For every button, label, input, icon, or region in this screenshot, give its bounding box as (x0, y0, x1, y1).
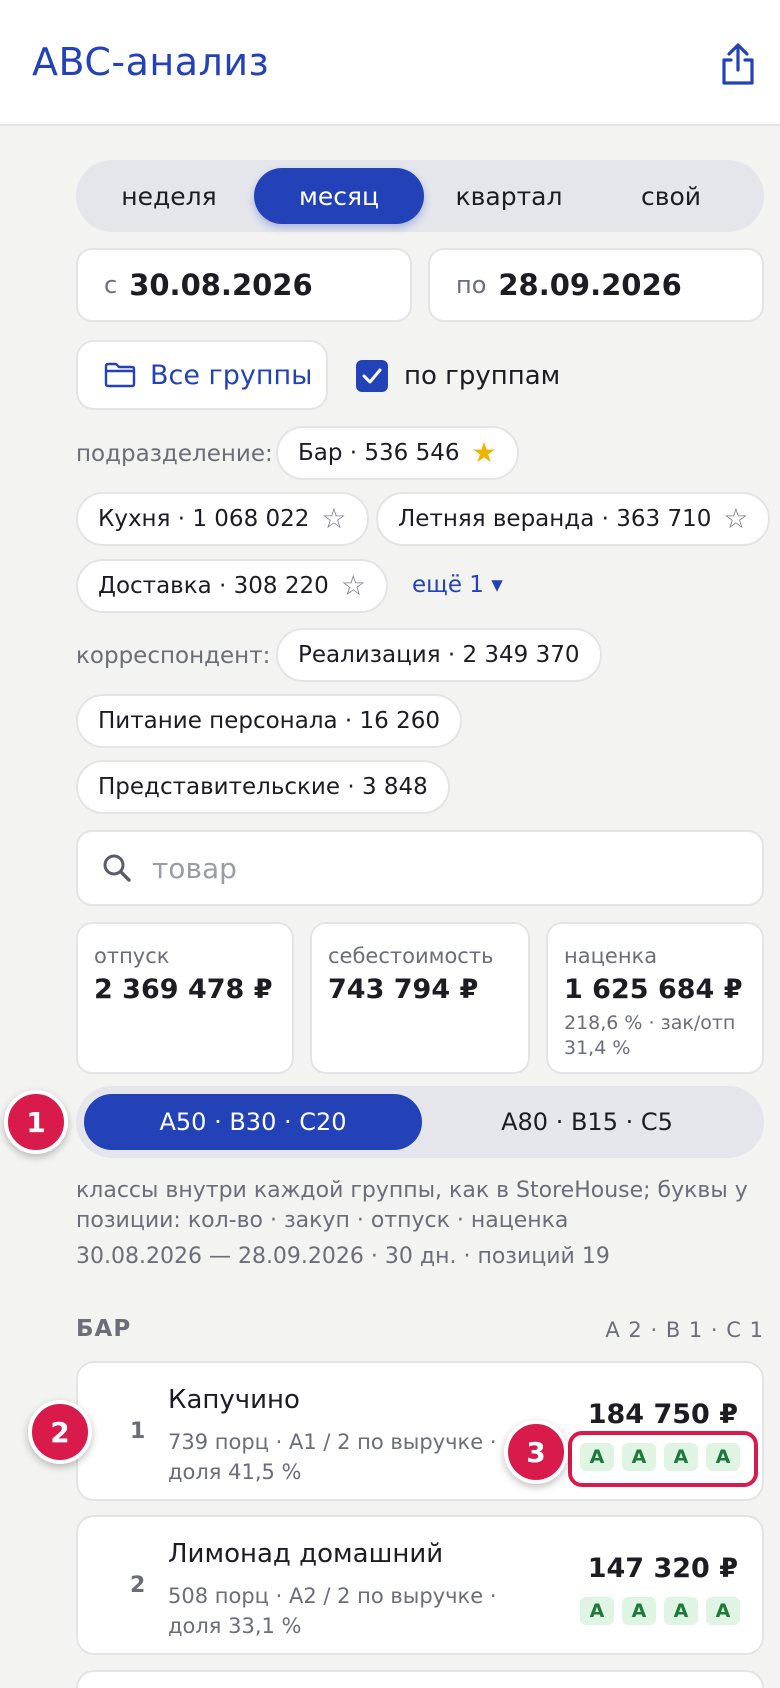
class-letter-purchase: A (622, 1597, 656, 1625)
class-segmented-control: A50 · B30 · C20 A80 · B15 · C5 (76, 1086, 764, 1158)
chip-label: Представительские · 3 848 (98, 774, 428, 800)
by-groups-label: по группам (404, 361, 561, 391)
search-icon (103, 854, 131, 882)
annotation-badge-2: 2 (28, 1400, 92, 1464)
item-meta: 739 порц · A1 / 2 по выручке · доля 41,5… (168, 1430, 497, 1484)
chip-label: Доставка · 308 220 (98, 573, 329, 599)
search-box (76, 830, 764, 906)
class-letter-markup: A (706, 1597, 740, 1625)
chip-correspondent-sales[interactable]: Реализация · 2 349 370 (276, 628, 602, 682)
highlight-frame (568, 1431, 758, 1487)
more-subdivisions-link[interactable]: ещё 1 ▾ (412, 572, 503, 598)
section-title: БАР (76, 1316, 132, 1342)
subdivision-label: подразделение: (76, 441, 273, 467)
period-segmented-control: неделя месяц квартал свой (76, 160, 764, 232)
section-summary: A 2 · B 1 · C 1 (605, 1318, 764, 1342)
tab-class-80-15-5[interactable]: A80 · B15 · C5 (418, 1094, 756, 1150)
class-letters: A A A A (580, 1597, 740, 1625)
list-item-peek[interactable] (76, 1670, 764, 1688)
star-outline-icon[interactable]: ☆ (321, 505, 346, 533)
stat-value: 743 794 ₽ (328, 974, 479, 1005)
period-summary: 30.08.2026 — 28.09.2026 · 30 дн. · позиц… (76, 1244, 610, 1269)
app-header: ABC-анализ (0, 0, 780, 126)
stat-value: 2 369 478 ₽ (94, 974, 273, 1005)
item-rank: 2 (130, 1573, 146, 1598)
correspondent-label: корреспондент: (76, 643, 271, 669)
date-from-value: 30.08.2026 (129, 268, 313, 302)
class-note: классы внутри каждой группы, как в Store… (76, 1178, 748, 1233)
stat-label: наценка (564, 944, 658, 968)
by-groups-checkbox[interactable] (356, 360, 388, 392)
folder-icon (104, 362, 136, 388)
chip-label: Летняя веранда · 363 710 (398, 506, 712, 532)
share-icon[interactable] (718, 42, 758, 86)
item-sum: 147 320 ₽ (587, 1553, 738, 1584)
chip-correspondent-staff-meals[interactable]: Питание персонала · 16 260 (76, 694, 463, 748)
tab-quarter[interactable]: квартал (424, 168, 594, 224)
tab-week[interactable]: неделя (84, 168, 254, 224)
class-letter-sales: A (664, 1597, 698, 1625)
chip-label: Кухня · 1 068 022 (98, 506, 310, 532)
tab-month[interactable]: месяц (254, 168, 424, 224)
stat-card-cost: себестоимость 743 794 ₽ (310, 922, 530, 1074)
chip-subdivision-delivery[interactable]: Доставка · 308 220 ☆ (76, 559, 388, 613)
stat-card-sales: отпуск 2 369 478 ₽ (76, 922, 294, 1074)
star-outline-icon[interactable]: ☆ (341, 572, 366, 600)
date-to-value: 28.09.2026 (498, 268, 682, 302)
stat-card-markup: наценка 1 625 684 ₽ 218,6 % · зак/отп 31… (546, 922, 764, 1074)
chip-label: Питание персонала · 16 260 (98, 708, 441, 734)
all-groups-label: Все группы (150, 359, 313, 391)
chip-correspondent-representative[interactable]: Представительские · 3 848 (76, 760, 450, 814)
chip-subdivision-veranda[interactable]: Летняя веранда · 363 710 ☆ (376, 492, 771, 546)
item-rank: 1 (130, 1419, 146, 1444)
tab-custom[interactable]: свой (586, 168, 756, 224)
date-from-prefix: с (104, 271, 118, 299)
tab-class-50-30-20[interactable]: A50 · B30 · C20 (84, 1094, 422, 1150)
date-to-field[interactable]: по 28.09.2026 (428, 248, 764, 322)
list-item[interactable]: 2 Лимонад домашний 508 порц · A2 / 2 по … (76, 1515, 764, 1655)
class-letter-qty: A (580, 1597, 614, 1625)
item-name: Капучино (168, 1385, 300, 1415)
chip-subdivision-kitchen[interactable]: Кухня · 1 068 022 ☆ (76, 492, 369, 546)
stat-value: 1 625 684 ₽ (564, 974, 743, 1005)
search-input[interactable] (152, 851, 712, 885)
item-meta: 508 порц · A2 / 2 по выручке · доля 33,1… (168, 1584, 497, 1638)
stat-sub: 218,6 % · зак/отп 31,4 % (564, 1012, 736, 1059)
item-sum: 184 750 ₽ (587, 1399, 738, 1430)
page-title: ABC-анализ (32, 40, 270, 84)
annotation-badge-3: 3 (504, 1420, 568, 1484)
star-outline-icon[interactable]: ☆ (723, 505, 748, 533)
stat-label: отпуск (94, 944, 170, 968)
date-to-prefix: по (456, 271, 487, 299)
stat-label: себестоимость (328, 944, 494, 968)
item-name: Лимонад домашний (168, 1539, 444, 1569)
annotation-badge-1: 1 (4, 1090, 68, 1154)
chip-label: Реализация · 2 349 370 (298, 642, 580, 668)
date-from-field[interactable]: с 30.08.2026 (76, 248, 412, 322)
star-filled-icon[interactable]: ★ (472, 439, 497, 467)
all-groups-button[interactable]: Все группы (76, 340, 328, 410)
check-icon (362, 368, 382, 384)
chip-subdivision-bar[interactable]: Бар · 536 546 ★ (276, 426, 519, 480)
chip-label: Бар · 536 546 (298, 440, 460, 466)
